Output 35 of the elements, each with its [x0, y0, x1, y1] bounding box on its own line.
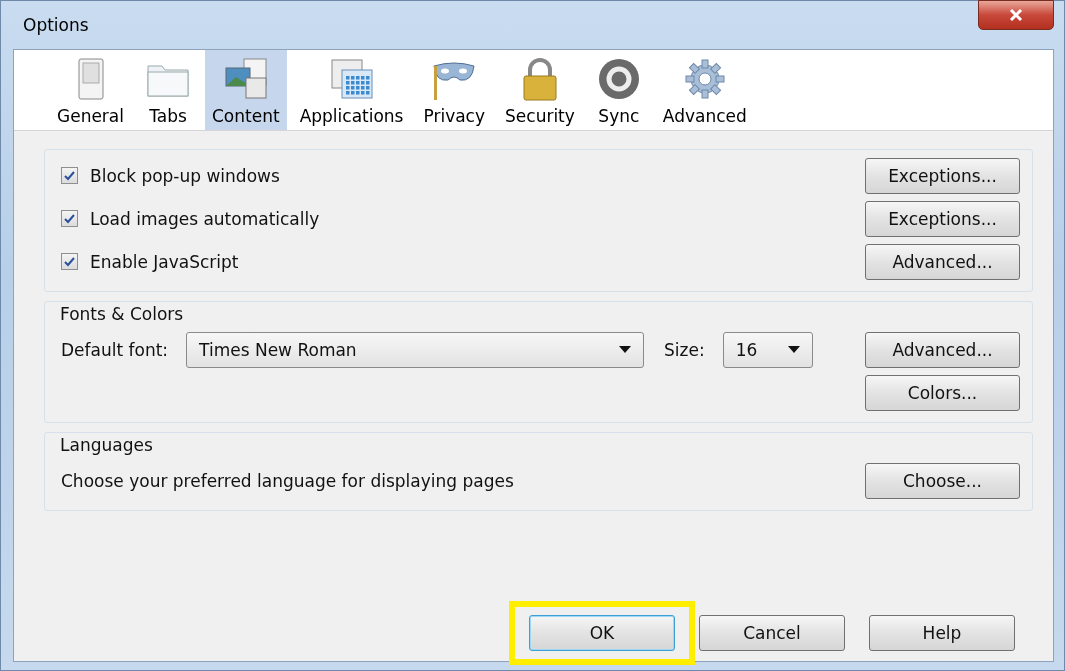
size-dropdown[interactable]: 16 [722, 331, 813, 368]
group-title: Fonts & Colors [60, 304, 185, 324]
category-tab[interactable]: Security [498, 50, 582, 130]
dialog-button[interactable]: OK [529, 615, 675, 651]
option-button[interactable]: Advanced... [865, 243, 1020, 280]
dialog-button[interactable]: Help [869, 615, 1015, 651]
category-tab[interactable]: Sync [587, 50, 650, 130]
field-label: Size: [664, 339, 705, 360]
dialog-button[interactable]: Cancel [699, 615, 845, 651]
field-label: Default font: [61, 339, 169, 360]
option-button[interactable]: Exceptions... [865, 157, 1020, 194]
category-tab[interactable]: Applications [292, 50, 411, 130]
group-title: Languages [60, 435, 154, 455]
checkbox-label: Block pop-up windows [90, 165, 280, 186]
option-button[interactable]: Advanced... [865, 331, 1020, 368]
font-dropdown[interactable]: Times New Roman [186, 331, 645, 368]
category-tab[interactable]: Advanced [655, 50, 754, 130]
window-title: Options [23, 15, 89, 35]
option-button[interactable]: Colors... [865, 374, 1020, 411]
checkbox[interactable] [61, 167, 78, 184]
category-tab[interactable]: Privacy [416, 50, 493, 130]
description-text: Choose your preferred language for displaying pages [61, 470, 514, 491]
category-tab[interactable]: General [50, 50, 131, 130]
category-tab[interactable]: Tabs [137, 50, 199, 130]
checkbox[interactable] [61, 210, 78, 227]
category-tab[interactable]: Content [205, 50, 287, 130]
close-button[interactable] [978, 0, 1054, 30]
checkbox-label: Load images automatically [90, 208, 320, 229]
checkbox-label: Enable JavaScript [90, 251, 239, 272]
dropdown-arrow-icon [619, 346, 632, 353]
close-icon [1009, 9, 1023, 21]
dropdown-arrow-icon [787, 346, 800, 353]
checkbox[interactable] [61, 253, 78, 270]
option-button[interactable]: Exceptions... [865, 200, 1020, 237]
option-button[interactable]: Choose... [865, 462, 1020, 499]
